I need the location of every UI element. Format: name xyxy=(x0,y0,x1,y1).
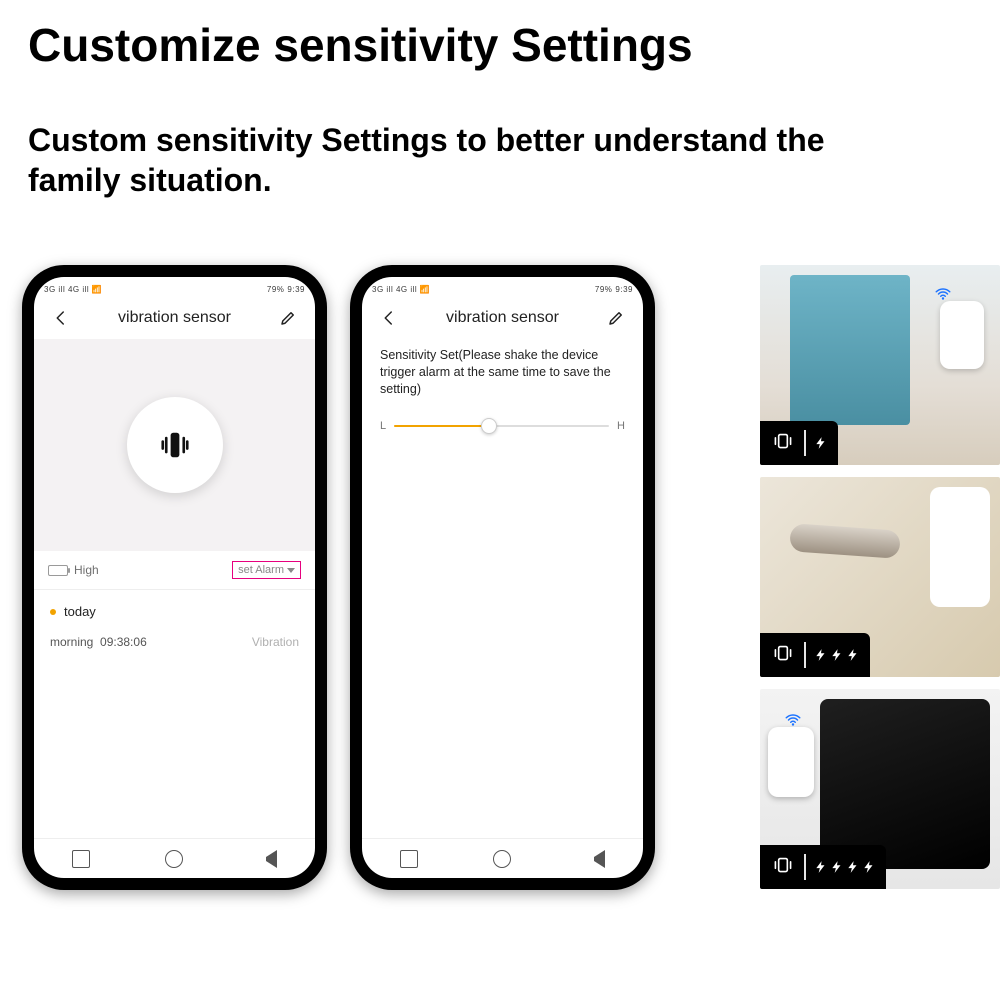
set-alarm-button[interactable]: set Alarm xyxy=(232,561,301,579)
sensor-circle[interactable] xyxy=(127,397,223,493)
app-header: vibration sensor xyxy=(362,297,643,343)
bolt-group xyxy=(814,644,860,666)
phone-mockup-2: 3G ill 4G ill 📶 79% 9:39 vibration senso… xyxy=(350,265,655,890)
phone-mockup-1: 3G ill 4G ill 📶 79% 9:39 vibration senso… xyxy=(22,265,327,890)
separator xyxy=(804,430,806,456)
square-icon xyxy=(72,850,90,868)
wifi-icon xyxy=(934,285,952,303)
sensitivity-slider[interactable] xyxy=(394,424,609,428)
pencil-icon xyxy=(279,309,297,327)
sensitivity-description: Sensitivity Set(Please shake the device … xyxy=(362,343,643,414)
separator xyxy=(804,854,806,880)
circle-icon xyxy=(493,850,511,868)
nav-back-button[interactable] xyxy=(587,850,605,868)
app-header: vibration sensor xyxy=(34,297,315,343)
status-bar: 3G ill 4G ill 📶 79% 9:39 xyxy=(34,277,315,297)
event-log: today morning 09:38:06 Vibration xyxy=(34,590,315,663)
battery-icon xyxy=(48,565,68,576)
nav-home-button[interactable] xyxy=(493,850,511,868)
status-left-text: 3G ill 4G ill 📶 xyxy=(372,285,430,294)
wifi-icon xyxy=(784,711,802,729)
status-bar: 3G ill 4G ill 📶 79% 9:39 xyxy=(362,277,643,297)
log-dot-icon xyxy=(50,609,56,615)
vibration-outline-icon xyxy=(770,852,796,883)
badge-bar xyxy=(760,845,886,889)
log-day-label: today xyxy=(64,604,96,619)
vibration-outline-icon xyxy=(770,640,796,671)
example-thumbnails xyxy=(760,265,1000,889)
status-battery-pct: 79% xyxy=(595,285,613,294)
thumbnail-window xyxy=(760,265,1000,465)
separator xyxy=(804,642,806,668)
status-left-text: 3G ill 4G ill 📶 xyxy=(44,285,102,294)
log-prefix: morning xyxy=(50,635,93,649)
status-battery-pct: 79% xyxy=(267,285,285,294)
slider-low-label: L xyxy=(380,420,386,432)
vibration-outline-icon xyxy=(770,428,796,459)
caret-down-icon xyxy=(287,568,295,573)
nav-recent-button[interactable] xyxy=(72,850,90,868)
bolt-group xyxy=(814,856,876,878)
page-subtext: Custom sensitivity Settings to better un… xyxy=(28,120,828,200)
thumbnail-door xyxy=(760,477,1000,677)
edit-button[interactable] xyxy=(277,307,299,329)
android-nav-bar xyxy=(34,838,315,878)
log-event-label: Vibration xyxy=(252,635,299,649)
vibration-icon xyxy=(154,424,196,466)
sensor-preview-area xyxy=(34,339,315,551)
square-icon xyxy=(400,850,418,868)
arrow-left-icon xyxy=(380,309,398,327)
nav-recent-button[interactable] xyxy=(400,850,418,868)
circle-icon xyxy=(165,850,183,868)
log-entry[interactable]: morning 09:38:06 Vibration xyxy=(50,635,299,649)
bolt-group xyxy=(814,432,828,454)
battery-label: High xyxy=(74,563,99,577)
set-alarm-label: set Alarm xyxy=(238,564,284,576)
battery-row: High set Alarm xyxy=(34,551,315,590)
triangle-left-icon xyxy=(259,850,277,868)
status-time: 9:39 xyxy=(287,285,305,294)
app-title: vibration sensor xyxy=(118,309,231,327)
sensitivity-slider-row: L H xyxy=(362,414,643,438)
android-nav-bar xyxy=(362,838,643,878)
arrow-left-icon xyxy=(52,309,70,327)
app-title: vibration sensor xyxy=(446,309,559,327)
log-time: 09:38:06 xyxy=(100,635,147,649)
back-button[interactable] xyxy=(378,307,400,329)
badge-bar xyxy=(760,421,838,465)
back-button[interactable] xyxy=(50,307,72,329)
badge-bar xyxy=(760,633,870,677)
pencil-icon xyxy=(607,309,625,327)
status-time: 9:39 xyxy=(615,285,633,294)
nav-home-button[interactable] xyxy=(165,850,183,868)
edit-button[interactable] xyxy=(605,307,627,329)
page-heading: Customize sensitivity Settings xyxy=(28,18,693,72)
slider-thumb[interactable] xyxy=(481,418,497,434)
thumbnail-safe xyxy=(760,689,1000,889)
slider-fill xyxy=(394,425,489,427)
triangle-left-icon xyxy=(587,850,605,868)
nav-back-button[interactable] xyxy=(259,850,277,868)
slider-high-label: H xyxy=(617,420,625,432)
